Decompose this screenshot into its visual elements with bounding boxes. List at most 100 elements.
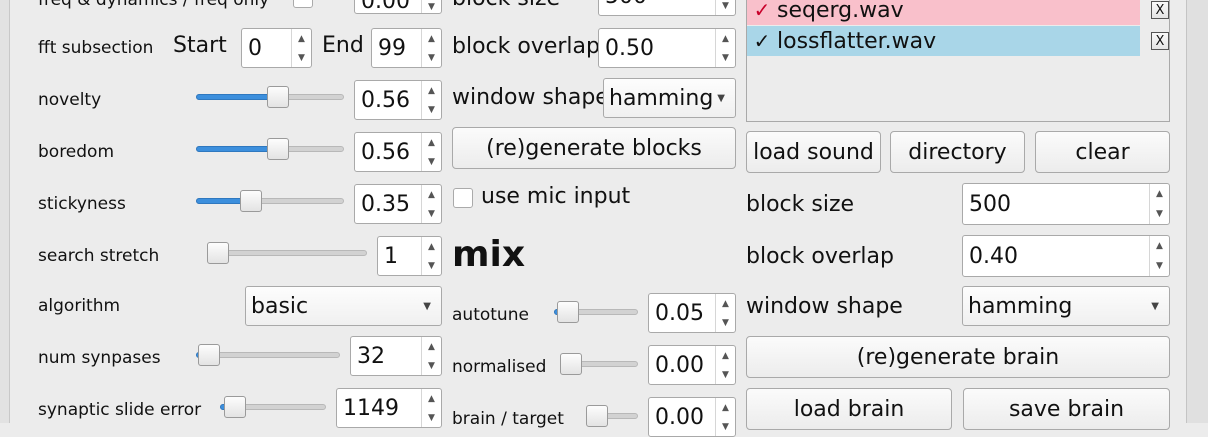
normalised-value: 0.00 [655, 352, 704, 378]
col2-block-size-spinbox[interactable]: 500 ▲▼ [598, 0, 736, 16]
spin-down-icon[interactable]: ▼ [422, 204, 441, 223]
num-synapses-value: 32 [357, 343, 385, 369]
load-sound-button[interactable]: load sound [746, 131, 881, 173]
spin-up-icon[interactable]: ▲ [422, 185, 441, 204]
col2-block-overlap-spinbox[interactable]: 0.50 ▲ ▼ [598, 28, 736, 68]
directory-button[interactable]: directory [890, 131, 1025, 173]
brain-target-slider[interactable] [586, 404, 638, 428]
spin-down-icon[interactable]: ▼ [716, 48, 735, 67]
novelty-spinbox[interactable]: 0.56 ▲ ▼ [354, 80, 442, 120]
sound-file-list[interactable]: ✓ seqerg.wav X ✓ lossflatter.wav X [746, 0, 1170, 122]
normalised-spinbox[interactable]: 0.00 ▲ ▼ [648, 345, 736, 385]
stickyness-spinbox[interactable]: 0.35 ▲ ▼ [354, 184, 442, 224]
file-name: lossflatter.wav [777, 28, 937, 54]
window-shape-label: window shape [746, 294, 903, 319]
regenerate-blocks-button[interactable]: (re)generate blocks [452, 127, 736, 169]
spin-down-icon[interactable]: ▼ [422, 1, 441, 13]
fft-subsection-label: fft subsection [38, 38, 154, 58]
block-size-spinbox[interactable]: 500 ▲ ▼ [962, 183, 1170, 225]
mix-heading: mix [452, 234, 526, 275]
fft-start-label: Start [173, 33, 227, 58]
regenerate-brain-button[interactable]: (re)generate brain [746, 336, 1170, 378]
spin-down-icon[interactable]: ▼ [422, 408, 441, 427]
spin-up-icon[interactable]: ▲ [1150, 236, 1169, 256]
normalised-label: normalised [452, 357, 547, 377]
stickyness-slider[interactable] [196, 189, 344, 213]
block-overlap-spinbox[interactable]: 0.40 ▲ ▼ [962, 235, 1170, 277]
col2-window-shape-dropdown[interactable]: hamming ▼ [603, 78, 736, 118]
spin-down-icon[interactable]: ▼ [1150, 256, 1169, 276]
spin-up-icon[interactable]: ▲ [422, 389, 441, 408]
col2-block-overlap-label: block overlap [452, 34, 600, 59]
slider-handle[interactable] [557, 301, 579, 323]
spin-up-icon[interactable]: ▲ [422, 337, 441, 356]
search-stretch-value: 1 [384, 243, 398, 269]
window-shape-dropdown[interactable]: hamming ▼ [962, 286, 1170, 326]
num-synapses-spinbox[interactable]: 32 ▲ ▼ [350, 336, 442, 376]
slider-handle[interactable] [560, 353, 582, 375]
synaptic-slide-error-value: 1149 [343, 395, 399, 421]
spin-down-icon[interactable]: ▼ [422, 48, 441, 67]
normalised-slider[interactable] [560, 352, 638, 376]
spin-up-icon[interactable]: ▲ [716, 294, 735, 313]
load-brain-button[interactable]: load brain [746, 388, 952, 430]
freq-dynamics-checkbox[interactable] [293, 0, 313, 8]
autotune-slider[interactable] [554, 300, 638, 324]
search-stretch-spinbox[interactable]: 1 ▲ ▼ [377, 236, 442, 276]
brain-target-spinbox[interactable]: 0.00 ▲ ▼ [648, 397, 736, 437]
spin-up-icon[interactable]: ▲ [716, 346, 735, 365]
spin-down-icon[interactable]: ▼ [716, 417, 735, 436]
slider-handle[interactable] [198, 344, 220, 366]
file-row-lossflatter[interactable]: ✓ lossflatter.wav [747, 26, 1140, 56]
check-icon[interactable]: ✓ [747, 29, 777, 53]
save-brain-button[interactable]: save brain [963, 388, 1170, 430]
check-icon[interactable]: ✓ [747, 0, 777, 22]
boredom-slider[interactable] [196, 137, 344, 161]
slider-handle[interactable] [224, 396, 246, 418]
slider-handle[interactable] [240, 190, 262, 212]
remove-file-lossflatter-button[interactable]: X [1151, 32, 1169, 50]
num-synapses-slider[interactable] [196, 343, 340, 367]
spin-up-icon[interactable]: ▲ [422, 133, 441, 152]
spin-up-icon[interactable]: ▲ [422, 237, 441, 256]
spin-up-icon[interactable]: ▲ [422, 29, 441, 48]
col2-window-shape-value: hamming [609, 85, 714, 111]
stickyness-value: 0.35 [361, 191, 410, 217]
autotune-spinbox[interactable]: 0.05 ▲ ▼ [648, 293, 736, 333]
spin-up-icon[interactable]: ▲ [716, 398, 735, 417]
spin-down-icon[interactable]: ▼ [422, 356, 441, 375]
fft-start-spinbox[interactable]: 0 ▲ ▼ [241, 28, 312, 68]
fft-end-spinbox[interactable]: 99 ▲ ▼ [371, 28, 442, 68]
right-scrollbar-area[interactable] [1186, 0, 1208, 423]
slider-handle[interactable] [267, 86, 289, 108]
spin-down-icon[interactable]: ▼ [716, 313, 735, 332]
use-mic-input-label: use mic input [481, 184, 631, 209]
slider-handle[interactable] [207, 242, 229, 264]
novelty-slider[interactable] [196, 85, 344, 109]
spin-up-icon[interactable]: ▲ [422, 81, 441, 100]
algorithm-dropdown[interactable]: basic ▼ [245, 286, 442, 326]
spin-down-icon[interactable]: ▼ [716, 365, 735, 384]
spin-down-icon[interactable]: ▼ [716, 0, 735, 15]
spin-down-icon[interactable]: ▼ [422, 152, 441, 171]
spin-up-icon[interactable]: ▲ [292, 29, 311, 48]
remove-file-seqerg-button[interactable]: X [1151, 1, 1169, 19]
chevron-down-icon: ▼ [423, 300, 431, 312]
synaptic-slide-error-spinbox[interactable]: 1149 ▲ ▼ [336, 388, 442, 428]
spin-down-icon[interactable]: ▼ [1150, 204, 1169, 224]
slider-handle[interactable] [586, 405, 608, 427]
clear-button[interactable]: clear [1035, 131, 1170, 173]
slider-handle[interactable] [267, 138, 289, 160]
spin-down-icon[interactable]: ▼ [422, 100, 441, 119]
file-row-seqerg[interactable]: ✓ seqerg.wav [747, 0, 1140, 25]
synaptic-slide-error-slider[interactable] [220, 395, 326, 419]
freq-dynamics-spinbox[interactable]: 0.00 ▲▼ [354, 0, 442, 14]
search-stretch-slider[interactable] [207, 241, 367, 265]
boredom-spinbox[interactable]: 0.56 ▲ ▼ [354, 132, 442, 172]
use-mic-input-checkbox[interactable] [453, 188, 473, 208]
spin-up-icon[interactable]: ▲ [716, 29, 735, 48]
spin-up-icon[interactable]: ▲ [1150, 184, 1169, 204]
spin-down-icon[interactable]: ▼ [422, 256, 441, 275]
col2-block-size-value: 500 [605, 0, 647, 15]
spin-down-icon[interactable]: ▼ [292, 48, 311, 67]
